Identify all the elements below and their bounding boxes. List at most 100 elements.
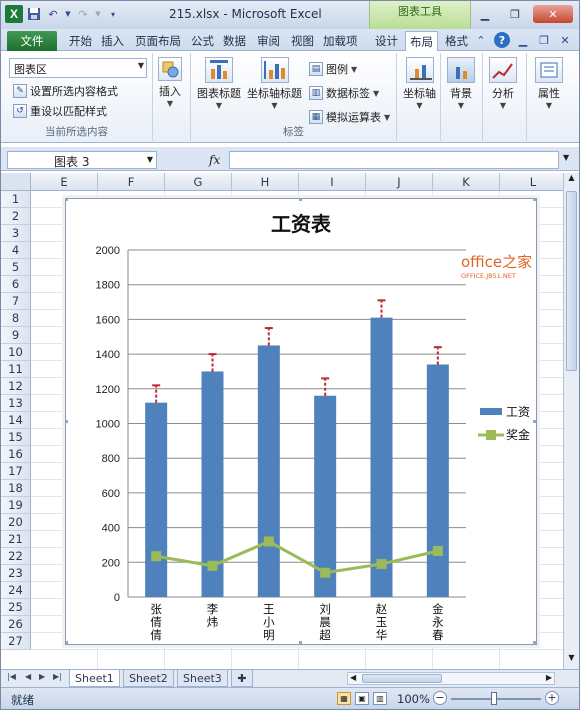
expand-formula-bar-icon[interactable]: ▼ [563,153,569,162]
tab-layout[interactable]: 布局 [405,31,438,52]
workbook-restore-icon[interactable]: ❐ [536,32,552,48]
scroll-up-icon[interactable]: ▲ [565,173,578,187]
minimize-ribbon-icon[interactable]: ⌃ [473,32,489,48]
column-header-F[interactable]: F [98,173,165,191]
workbook-minimize-icon[interactable]: ▁ [515,32,531,48]
first-sheet-icon[interactable]: |◀ [7,672,16,681]
row-header-1[interactable]: 1 [1,191,31,208]
reset-style-button[interactable]: ↺ 重设以匹配样式 [13,103,107,119]
horizontal-scroll-thumb[interactable] [362,674,442,683]
row-header-26[interactable]: 26 [1,616,31,633]
normal-view-icon[interactable]: ▦ [337,692,351,705]
tab-view[interactable]: 视图 [287,31,318,51]
insert-function-icon[interactable]: fx [209,153,220,167]
tab-design[interactable]: 设计 [371,31,402,51]
column-header-L[interactable]: L [500,173,563,191]
data-table-button[interactable]: ▦ 模拟运算表 ▼ [309,109,390,125]
help-icon[interactable]: ? [494,32,510,48]
sheet-tab-1[interactable]: Sheet1 [69,670,120,687]
row-header-15[interactable]: 15 [1,429,31,446]
data-labels-button[interactable]: ▥ 数据标签 ▼ [309,85,379,101]
column-header-E[interactable]: E [31,173,98,191]
row-header-22[interactable]: 22 [1,548,31,565]
tab-data[interactable]: 数据 [219,31,250,51]
column-header-K[interactable]: K [433,173,500,191]
row-header-6[interactable]: 6 [1,276,31,293]
axes-button[interactable]: 坐标轴 ▼ [403,57,436,110]
sheet-tab-2[interactable]: Sheet2 [123,670,174,687]
sheet-tab-3[interactable]: Sheet3 [177,670,228,687]
page-layout-view-icon[interactable]: ▣ [355,692,369,705]
row-header-14[interactable]: 14 [1,412,31,429]
page-break-view-icon[interactable]: ▥ [373,692,387,705]
tab-format[interactable]: 格式 [441,31,472,51]
row-header-21[interactable]: 21 [1,531,31,548]
properties-button[interactable]: 属性 ▼ [535,57,563,110]
chart-title-button[interactable]: 图表标题 ▼ [197,57,241,110]
minimize-icon[interactable]: ▁ [473,5,497,23]
formula-input[interactable] [229,151,559,169]
legend-button[interactable]: ▤ 图例 ▼ [309,61,357,77]
format-selection-button[interactable]: ✎ 设置所选内容格式 [13,83,118,99]
row-header-11[interactable]: 11 [1,361,31,378]
undo-icon[interactable]: ↶ [45,6,61,22]
row-header-24[interactable]: 24 [1,582,31,599]
prev-sheet-icon[interactable]: ◀ [25,672,31,681]
chart-area[interactable]: 工资表 0 200 400 600 800 1000 1200 1400 1600 1800 2000… [65,198,537,645]
row-header-27[interactable]: 27 [1,633,31,650]
row-header-7[interactable]: 7 [1,293,31,310]
row-header-20[interactable]: 20 [1,514,31,531]
excel-logo-icon[interactable]: X [5,5,23,23]
scroll-down-icon[interactable]: ▼ [565,653,578,667]
scroll-left-icon[interactable]: ◀ [350,673,356,682]
row-header-18[interactable]: 18 [1,480,31,497]
restore-icon[interactable]: ❐ [503,5,527,23]
save-icon[interactable] [26,6,42,22]
scroll-right-icon[interactable]: ▶ [546,673,552,682]
row-header-3[interactable]: 3 [1,225,31,242]
vertical-scroll-thumb[interactable] [566,191,577,371]
name-box[interactable]: 图表 3 ▼ [7,151,157,169]
row-header-17[interactable]: 17 [1,463,31,480]
row-header-13[interactable]: 13 [1,395,31,412]
row-header-19[interactable]: 19 [1,497,31,514]
row-header-2[interactable]: 2 [1,208,31,225]
close-icon[interactable]: ✕ [533,5,573,23]
row-header-5[interactable]: 5 [1,259,31,276]
row-header-4[interactable]: 4 [1,242,31,259]
tab-formulas[interactable]: 公式 [187,31,218,51]
zoom-out-button[interactable]: − [433,691,447,705]
insert-sheet-icon[interactable]: ✚ [231,670,253,687]
zoom-slider-thumb[interactable] [491,692,497,705]
tab-home[interactable]: 开始 [65,31,96,51]
select-all-corner[interactable] [1,173,31,191]
tab-insert[interactable]: 插入 [97,31,128,51]
row-header-16[interactable]: 16 [1,446,31,463]
tab-page-layout[interactable]: 页面布局 [131,31,185,51]
row-header-9[interactable]: 9 [1,327,31,344]
last-sheet-icon[interactable]: ▶| [53,672,62,681]
redo-icon[interactable]: ↷ [75,6,91,22]
row-header-12[interactable]: 12 [1,378,31,395]
column-header-G[interactable]: G [165,173,232,191]
axis-titles-button[interactable]: 坐标轴标题 ▼ [247,57,302,110]
column-header-J[interactable]: J [366,173,433,191]
row-header-23[interactable]: 23 [1,565,31,582]
customize-qat-icon[interactable]: ▾ [105,6,121,22]
workbook-close-icon[interactable]: ✕ [557,32,573,48]
chart-element-dropdown[interactable]: 图表区 ▼ [9,58,147,78]
analysis-button[interactable]: 分析 ▼ [489,57,517,110]
column-header-H[interactable]: H [232,173,299,191]
horizontal-scrollbar[interactable]: ◀ ▶ [347,672,555,685]
row-header-8[interactable]: 8 [1,310,31,327]
zoom-level[interactable]: 100% [397,692,430,706]
zoom-in-button[interactable]: + [545,691,559,705]
insert-button[interactable]: 插入 ▼ [158,57,182,108]
next-sheet-icon[interactable]: ▶ [39,672,45,681]
column-header-I[interactable]: I [299,173,366,191]
tab-review[interactable]: 审阅 [253,31,284,51]
background-button[interactable]: 背景 ▼ [447,57,475,110]
row-header-10[interactable]: 10 [1,344,31,361]
undo-dropdown-icon[interactable]: ▼ [64,6,72,22]
row-header-25[interactable]: 25 [1,599,31,616]
